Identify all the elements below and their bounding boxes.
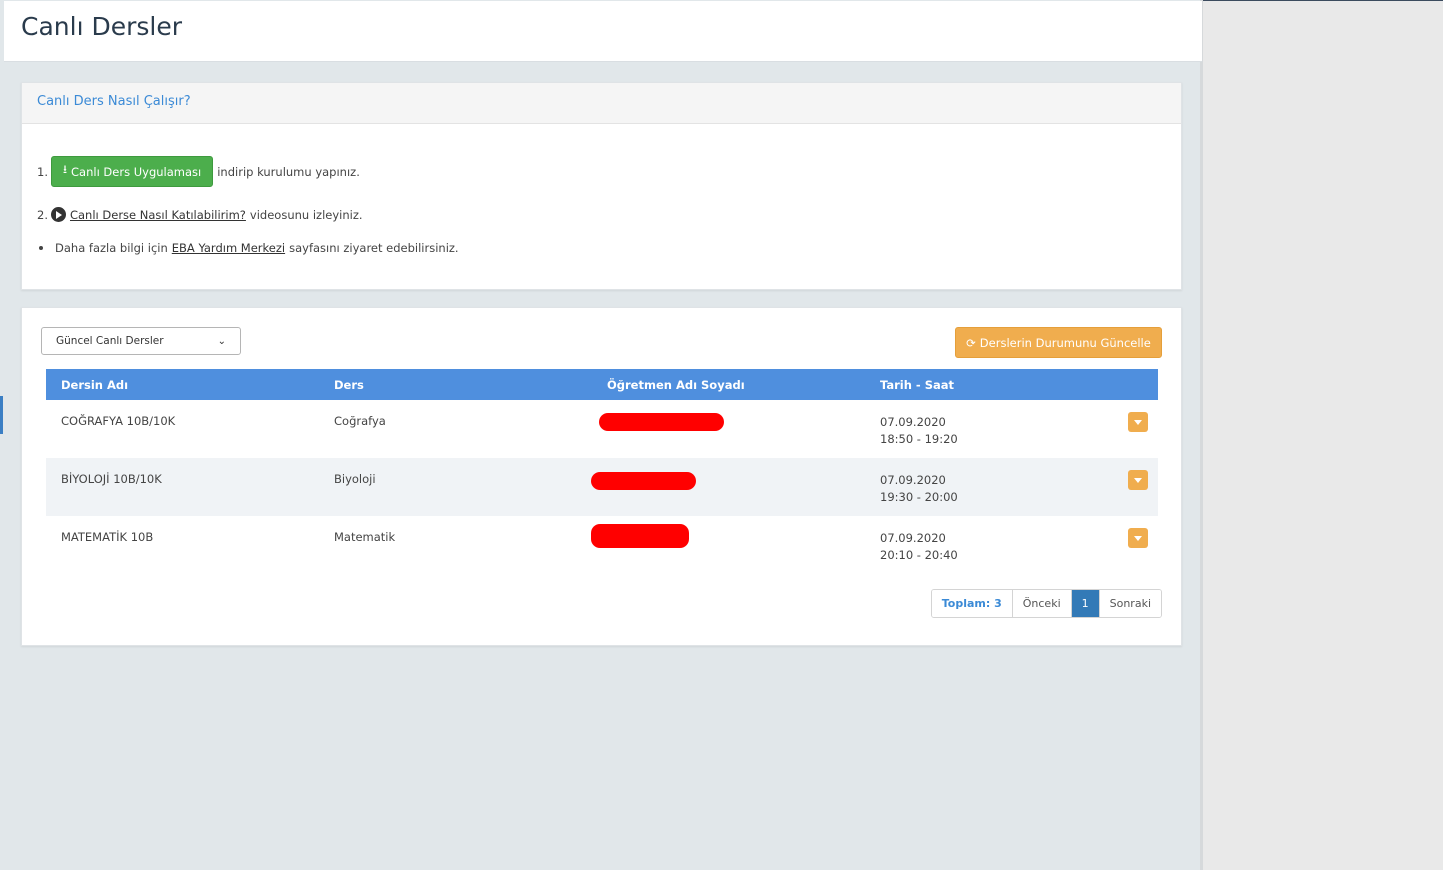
step-2-text: videosunu izleyiniz. bbox=[249, 207, 363, 222]
table-row: COĞRAFYA 10B/10K Coğrafya 07.09.2020 18:… bbox=[46, 400, 1158, 458]
date-time: 07.09.2020 18:50 - 19:20 bbox=[865, 400, 1065, 448]
page-header: Canlı Dersler bbox=[4, 1, 1202, 62]
lesson-filter-select[interactable]: Güncel Canlı Dersler ⌄ bbox=[41, 327, 241, 355]
pagination-prev[interactable]: Önceki bbox=[1011, 590, 1071, 617]
bullet-icon bbox=[39, 246, 43, 250]
pagination-page-1[interactable]: 1 bbox=[1070, 590, 1099, 617]
pagination-next[interactable]: Sonraki bbox=[1098, 590, 1161, 617]
chevron-down-icon: ⌄ bbox=[217, 335, 226, 347]
sidebar-edge-marker bbox=[0, 396, 3, 434]
table-row: MATEMATİK 10B Matematik 07.09.2020 20:10… bbox=[46, 516, 1158, 574]
course-name: BİYOLOJİ 10B/10K bbox=[61, 472, 162, 486]
date-time: 07.09.2020 20:10 - 20:40 bbox=[865, 516, 1065, 564]
redaction-mark bbox=[591, 524, 689, 548]
step-2-number: 2. bbox=[37, 207, 48, 222]
step-1-number: 1. bbox=[37, 164, 48, 179]
lesson-time: 20:10 - 20:40 bbox=[880, 548, 958, 562]
column-header: Öğretmen Adı Soyadı bbox=[607, 377, 745, 392]
pagination: Toplam: 3 Önceki 1 Sonraki bbox=[930, 589, 1162, 618]
column-header: Tarih - Saat bbox=[880, 377, 955, 392]
table-row: BİYOLOJİ 10B/10K Biyoloji 07.09.2020 19:… bbox=[46, 458, 1158, 516]
table-header: Dersin Adı Ders Öğretmen Adı Soyadı Tari… bbox=[46, 369, 1158, 400]
lesson-time: 18:50 - 19:20 bbox=[880, 432, 958, 446]
redaction-mark bbox=[599, 413, 724, 431]
refresh-status-button-label: Derslerin Durumunu Güncelle bbox=[979, 335, 1151, 350]
column-header: Dersin Adı bbox=[61, 377, 129, 392]
subject-name: Biyoloji bbox=[334, 472, 376, 486]
lesson-date: 07.09.2020 bbox=[880, 531, 946, 545]
row-actions-dropdown[interactable] bbox=[1128, 470, 1148, 490]
refresh-status-button[interactable]: ⟳ Derslerin Durumunu Güncelle bbox=[955, 327, 1162, 358]
course-name: MATEMATİK 10B bbox=[61, 530, 154, 544]
info-suffix: sayfasını ziyaret edebilirsiniz. bbox=[289, 241, 459, 255]
subject-name: Coğrafya bbox=[334, 414, 386, 428]
download-icon: ⭳ bbox=[62, 162, 68, 176]
download-app-button[interactable]: ⭳ Canlı Ders Uygulaması bbox=[50, 156, 214, 187]
info-prefix: Daha fazla bilgi için bbox=[55, 241, 168, 255]
main-content: Canlı Dersler Canlı Ders Nasıl Çalışır? … bbox=[0, 0, 1203, 870]
download-app-button-label: Canlı Ders Uygulaması bbox=[71, 164, 202, 179]
play-icon[interactable] bbox=[50, 207, 66, 222]
row-actions-dropdown[interactable] bbox=[1128, 412, 1148, 432]
lesson-date: 07.09.2020 bbox=[880, 415, 946, 429]
refresh-icon: ⟳ bbox=[966, 335, 976, 350]
howto-step-2: 2. Canlı Derse Nasıl Katılabilirim? vide… bbox=[37, 207, 363, 222]
howto-panel: Canlı Ders Nasıl Çalışır? 1. ⭳ Canlı Der… bbox=[21, 82, 1182, 290]
lessons-panel: Güncel Canlı Dersler ⌄ ⟳ Derslerin Durum… bbox=[21, 307, 1182, 646]
howto-info: Daha fazla bilgi için EBA Yardım Merkezi… bbox=[37, 241, 459, 255]
howto-video-link[interactable]: Canlı Derse Nasıl Katılabilirim? bbox=[70, 208, 246, 222]
howto-step-1: 1. ⭳ Canlı Ders Uygulaması indirip kurul… bbox=[37, 156, 360, 187]
step-1-text: indirip kurulumu yapınız. bbox=[217, 164, 360, 179]
pagination-total: Toplam: 3 bbox=[931, 590, 1012, 617]
row-actions-dropdown[interactable] bbox=[1128, 528, 1148, 548]
subject-name: Matematik bbox=[334, 530, 396, 544]
lesson-date: 07.09.2020 bbox=[880, 473, 946, 487]
lessons-table: Dersin Adı Ders Öğretmen Adı Soyadı Tari… bbox=[46, 369, 1158, 574]
course-name: COĞRAFYA 10B/10K bbox=[61, 414, 176, 428]
page-title: Canlı Dersler bbox=[21, 12, 182, 41]
help-center-link[interactable]: EBA Yardım Merkezi bbox=[172, 241, 285, 255]
howto-panel-title: Canlı Ders Nasıl Çalışır? bbox=[22, 83, 1181, 124]
lesson-filter-value: Güncel Canlı Dersler bbox=[56, 335, 164, 347]
lesson-time: 19:30 - 20:00 bbox=[880, 490, 958, 504]
column-header: Ders bbox=[334, 377, 364, 392]
redaction-mark bbox=[591, 472, 696, 490]
date-time: 07.09.2020 19:30 - 20:00 bbox=[865, 458, 1065, 506]
